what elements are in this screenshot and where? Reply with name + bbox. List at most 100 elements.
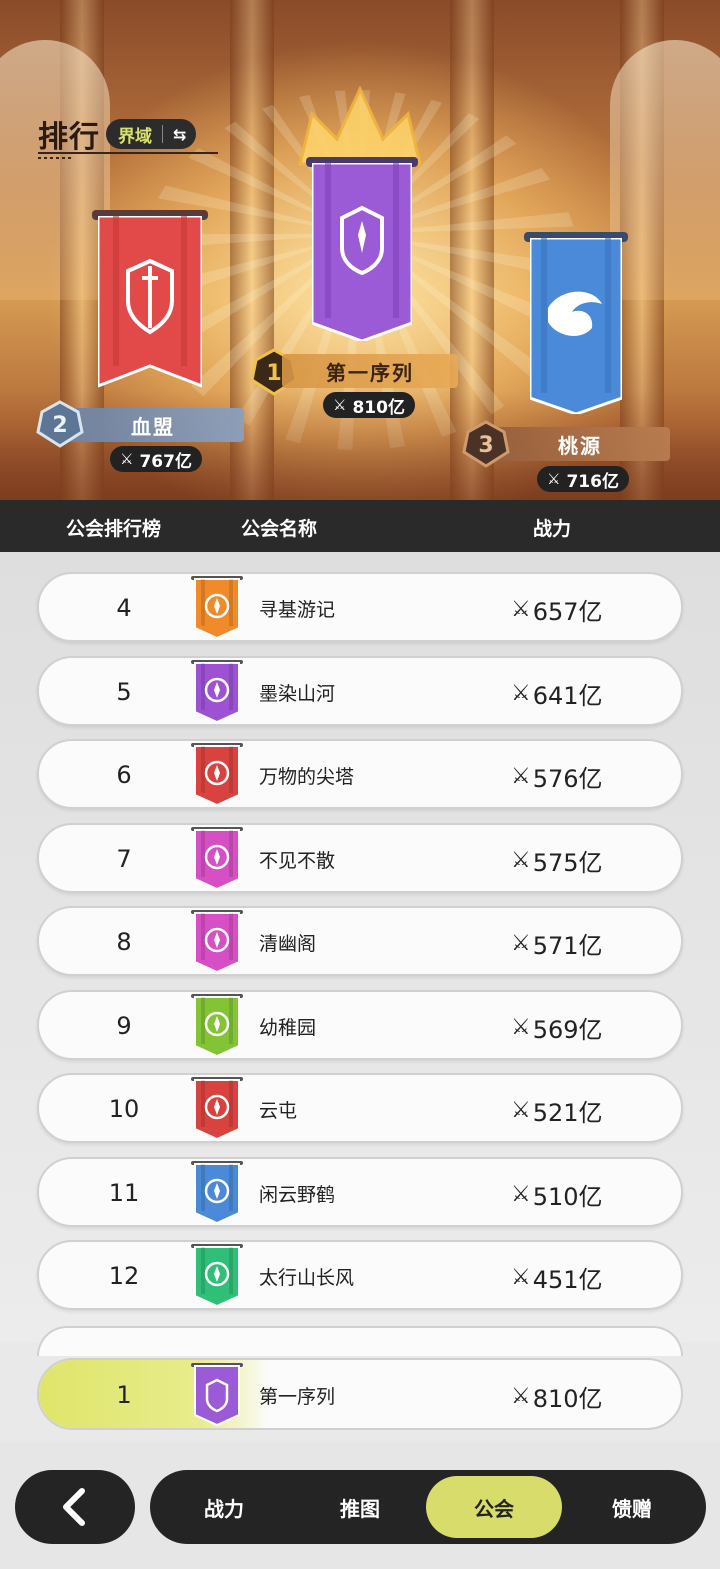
realm-label: 界域 — [118, 126, 152, 147]
table-row[interactable]: 4 寻基游记 ⚔ 657亿 — [37, 572, 683, 642]
crossed-swords-icon: ⚔ — [511, 931, 531, 956]
row-guild-name: 万物的尖塔 — [259, 766, 355, 788]
row-power: ⚔ 641亿 — [511, 676, 603, 711]
second-place-power-value: 767亿 — [139, 451, 192, 472]
row-guild-name: 闲云野鹤 — [259, 1183, 336, 1206]
title-area: 排行 界域 ⇆ — [38, 112, 197, 156]
row-power-value: 571亿 — [532, 932, 603, 960]
crossed-swords-icon: ⚔ — [511, 1014, 531, 1040]
bottom-tabs: 战力 推图 公会 馈赠 — [150, 1470, 706, 1544]
row-power-value: 657亿 — [532, 598, 603, 626]
row-power-value: 521亿 — [532, 1099, 603, 1127]
row-power: ⚔ 569亿 — [511, 1010, 603, 1045]
table-row[interactable]: 12 太行山长风 ⚔ 451亿 — [37, 1240, 683, 1310]
row-rank: 12 — [108, 1262, 140, 1290]
tab-guild[interactable]: 公会 — [426, 1476, 562, 1538]
crossed-swords-icon: ⚔ — [511, 1098, 531, 1123]
guild-badge-icon — [191, 1244, 243, 1308]
guild-badge-icon — [191, 743, 243, 807]
my-guild-rank: 1 — [116, 1381, 132, 1409]
row-power: ⚔ 510亿 — [511, 1177, 603, 1212]
realm-switch-button[interactable]: 界域 ⇆ — [106, 119, 197, 149]
row-guild-name: 清幽阁 — [259, 933, 317, 955]
background-arch — [610, 40, 720, 300]
col-rank-header: 公会排行榜 — [66, 518, 162, 540]
ranking-list[interactable]: 4 寻基游记 ⚔ 657亿 5 墨染山河 ⚔ 641亿 6 万物的尖塔 ⚔ 576亿 7 不见不散 ⚔ 575… — [0, 552, 720, 1342]
crossed-swords-icon: ⚔ — [511, 1384, 531, 1409]
my-guild-name: 第一序列 — [259, 1386, 336, 1408]
page-title: 排行 — [38, 120, 100, 155]
my-guild-row[interactable]: 1 第一序列 ⚔ 810亿 — [37, 1358, 683, 1430]
chevron-left-icon — [63, 1488, 85, 1526]
table-row[interactable]: 8 清幽阁 ⚔ 571亿 — [37, 906, 683, 976]
table-row[interactable]: 11 闲云野鹤 ⚔ 510亿 — [37, 1156, 683, 1227]
row-rank: 11 — [108, 1178, 140, 1207]
guild-badge-icon — [191, 993, 243, 1057]
row-power-value: 451亿 — [532, 1266, 603, 1294]
tab-progress[interactable]: 推图 — [292, 1476, 428, 1538]
row-rank: 10 — [108, 1095, 140, 1123]
crossed-swords-icon: ⚔ — [511, 1181, 531, 1207]
table-row[interactable]: 5 墨染山河 ⚔ 641亿 — [37, 655, 683, 726]
tab-gift[interactable]: 馈赠 — [564, 1476, 700, 1538]
title-dots — [38, 157, 72, 159]
table-header: 公会排行榜 公会名称 战力 — [0, 500, 720, 552]
row-power: ⚔ 657亿 — [511, 592, 603, 627]
crossed-swords-icon: ⚔ — [511, 1265, 531, 1290]
crossed-swords-icon: ⚔ — [120, 450, 134, 468]
row-rank: 9 — [116, 1011, 132, 1040]
crossed-swords-icon: ⚔ — [511, 847, 531, 873]
guild-badge-icon — [191, 1077, 243, 1141]
divider — [162, 125, 163, 143]
row-guild-name: 幼稚园 — [259, 1016, 317, 1039]
my-guild-power: ⚔ 810亿 — [511, 1379, 603, 1414]
row-guild-name: 太行山长风 — [259, 1267, 355, 1289]
row-guild-name: 云屯 — [259, 1100, 298, 1122]
tab-power[interactable]: 战力 — [156, 1476, 292, 1538]
row-rank: 7 — [116, 844, 132, 873]
col-name-header: 公会名称 — [241, 518, 318, 540]
crossed-swords-icon: ⚔ — [511, 597, 531, 622]
row-guild-name: 寻基游记 — [259, 599, 336, 621]
third-place-power-value: 716亿 — [566, 471, 619, 492]
row-power: ⚔ 576亿 — [511, 759, 603, 794]
second-place-name: 血盟 — [62, 408, 244, 442]
swap-arrows-icon: ⇆ — [173, 124, 187, 144]
my-guild-badge-icon — [191, 1363, 243, 1427]
row-power-value: 569亿 — [532, 1015, 603, 1044]
guild-badge-icon — [191, 910, 243, 974]
row-power: ⚔ 451亿 — [511, 1260, 603, 1295]
crossed-swords-icon: ⚔ — [547, 470, 561, 488]
row-power-value: 576亿 — [532, 765, 603, 793]
guild-badge-icon — [191, 826, 243, 890]
table-row[interactable]: 10 云屯 ⚔ 521亿 — [37, 1073, 683, 1143]
row-power-value: 641亿 — [532, 681, 603, 710]
svg-text:2: 2 — [52, 413, 67, 438]
table-row[interactable]: 9 幼稚园 ⚔ 569亿 — [37, 989, 683, 1060]
first-place-power: ⚔ 810亿 — [323, 392, 415, 418]
row-rank: 6 — [116, 761, 132, 789]
second-place-power: ⚔ 767亿 — [110, 446, 202, 472]
row-rank: 8 — [116, 928, 132, 956]
table-row[interactable]: 7 不见不散 ⚔ 575亿 — [37, 822, 683, 893]
row-power-value: 510亿 — [532, 1182, 603, 1211]
row-power: ⚔ 575亿 — [511, 843, 603, 878]
crossed-swords-icon: ⚔ — [511, 680, 531, 706]
row-guild-name: 墨染山河 — [259, 682, 336, 705]
first-place-power-value: 810亿 — [352, 397, 405, 418]
svg-text:1: 1 — [266, 361, 281, 386]
row-rank: 5 — [116, 677, 132, 706]
row-rank: 4 — [116, 594, 132, 622]
title-underline — [38, 152, 218, 154]
row-power: ⚔ 571亿 — [511, 926, 603, 961]
back-button[interactable] — [15, 1470, 135, 1544]
guild-badge-icon — [191, 576, 243, 640]
guild-badge-icon — [191, 1160, 243, 1224]
rank-2-medal-icon: 2 — [36, 400, 84, 448]
svg-text:3: 3 — [478, 433, 493, 458]
third-place-power: ⚔ 716亿 — [537, 466, 629, 492]
rank-3-medal-icon: 3 — [462, 420, 510, 468]
ranking-hero: 排行 界域 ⇆ 1 第一序列 ⚔ 810亿 血盟 2 ⚔ 767亿 桃源 3 ⚔… — [0, 0, 720, 500]
table-row[interactable]: 6 万物的尖塔 ⚔ 576亿 — [37, 739, 683, 809]
first-place-name: 第一序列 — [282, 354, 458, 388]
